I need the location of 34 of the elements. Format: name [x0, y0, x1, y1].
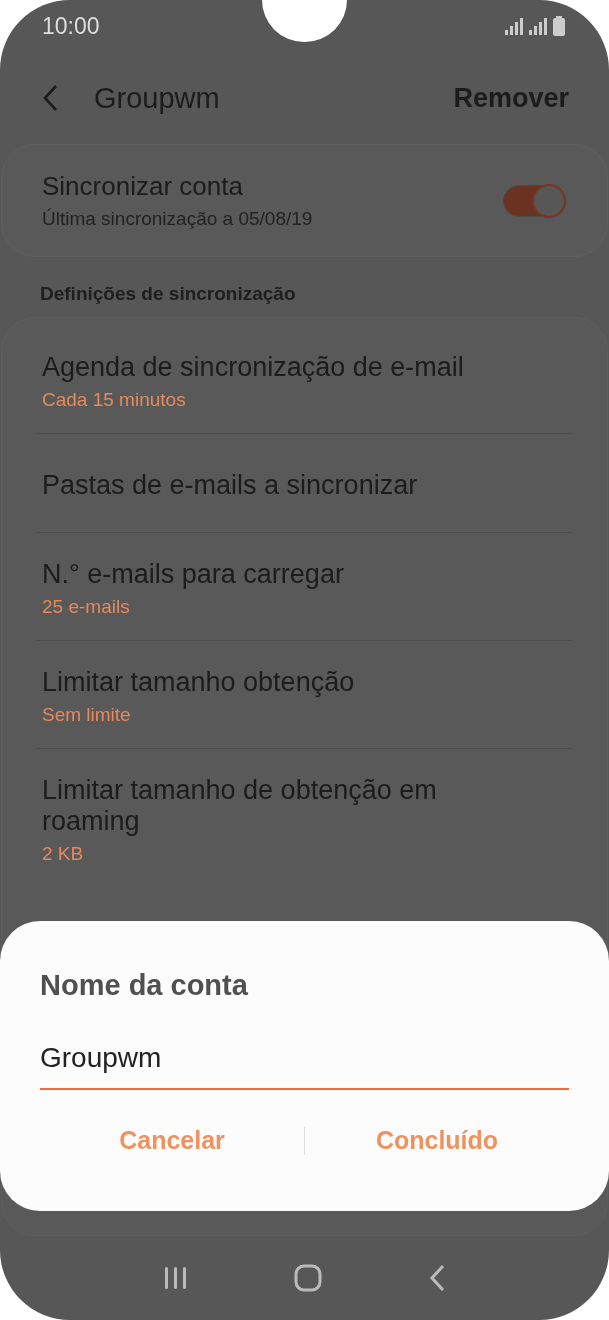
back-icon: [42, 84, 58, 112]
cancel-button[interactable]: Cancelar: [40, 1114, 304, 1167]
remove-button[interactable]: Remover: [453, 82, 569, 114]
settings-item[interactable]: Limitar tamanho obtenção Sem limite: [36, 641, 573, 749]
signal-icon: [505, 17, 525, 35]
settings-item[interactable]: Agenda de sincronização de e-mail Cada 15 minutos: [36, 326, 573, 434]
item-value: 25 e-mails: [42, 596, 131, 618]
item-value: Sem limite: [42, 704, 132, 726]
sync-subtitle: Última sincronização a 05/08/19: [42, 208, 313, 230]
item-title: Agenda de sincronização de e-mail: [42, 352, 465, 383]
done-button[interactable]: Concluído: [305, 1114, 569, 1167]
dialog-title: Nome da conta: [40, 969, 249, 1002]
back-button[interactable]: [42, 84, 58, 112]
item-title: Limitar tamanho obtenção: [42, 667, 356, 698]
section-header: Definições de sincronização: [39, 282, 297, 306]
battery-icon: [553, 16, 565, 36]
sync-title: Sincronizar conta: [42, 171, 244, 202]
recents-icon[interactable]: [162, 1265, 189, 1291]
item-title: N.° e-mails para carregar: [42, 559, 345, 590]
input-field[interactable]: Groupwm: [40, 1038, 569, 1090]
home-icon[interactable]: [294, 1264, 323, 1292]
item-value: 2 KB: [42, 843, 85, 865]
settings-item[interactable]: Pastas de e-mails a sincronizar: [36, 434, 573, 533]
sync-card[interactable]: Sincronizar conta Última sincronização a 05/08/19: [1, 144, 608, 257]
back-nav-icon[interactable]: [428, 1264, 447, 1292]
status-time: 10:00: [42, 12, 100, 40]
item-title: Limitar tamanho de obtenção em roaming: [42, 775, 438, 837]
toggle-switch[interactable]: [503, 184, 563, 217]
page-title: Groupwm: [94, 81, 221, 115]
item-title: Pastas de e-mails a sincronizar: [42, 469, 419, 501]
item-value: Cada 15 minutos: [42, 389, 187, 411]
settings-item[interactable]: Limitar tamanho de obtenção em roaming 2 KB: [36, 749, 573, 887]
settings-item[interactable]: N.° e-mails para carregar 25 e-mails: [36, 533, 573, 641]
signal-icon: [529, 17, 549, 35]
